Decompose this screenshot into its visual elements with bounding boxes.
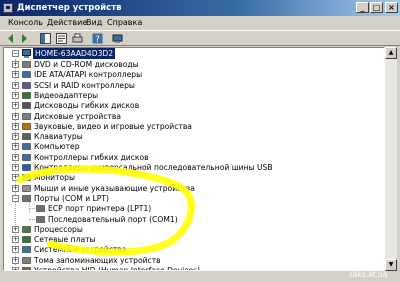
network-card-icon bbox=[22, 236, 31, 243]
expand-icon[interactable]: + bbox=[12, 267, 19, 270]
expand-icon[interactable]: + bbox=[12, 184, 19, 192]
expand-icon[interactable]: + bbox=[12, 225, 19, 233]
menu-help[interactable]: Справка bbox=[105, 16, 144, 30]
expand-icon[interactable]: + bbox=[12, 102, 19, 110]
expand-icon[interactable]: + bbox=[12, 256, 19, 264]
scan-hardware-icon[interactable] bbox=[112, 33, 123, 44]
expand-icon[interactable]: + bbox=[12, 81, 19, 89]
display-adapter-icon bbox=[22, 92, 31, 99]
forward-icon[interactable] bbox=[19, 33, 30, 44]
status-bar bbox=[0, 272, 400, 282]
disk-drive-icon bbox=[22, 112, 31, 120]
help-icon[interactable]: ? bbox=[92, 33, 103, 44]
window-title: Диспетчер устройств bbox=[17, 3, 122, 13]
monitor-icon bbox=[22, 174, 31, 182]
scsi-controller-icon bbox=[22, 81, 31, 89]
floppy-controller-icon bbox=[22, 153, 31, 161]
expand-icon[interactable]: + bbox=[12, 236, 19, 244]
ide-controller-icon bbox=[22, 71, 31, 79]
expand-icon[interactable]: + bbox=[12, 112, 19, 120]
maximize-button[interactable]: □ bbox=[370, 2, 383, 13]
storage-volume-icon bbox=[22, 256, 31, 264]
collapse-icon[interactable]: − bbox=[12, 194, 19, 202]
tree-category-item[interactable]: + Устройства HID (Human Interface Devices… bbox=[4, 265, 384, 271]
hid-icon bbox=[22, 267, 31, 270]
print-icon[interactable] bbox=[72, 33, 83, 44]
expand-icon[interactable]: + bbox=[12, 61, 19, 68]
console-tree-icon[interactable] bbox=[40, 33, 51, 44]
cdrom-icon bbox=[22, 61, 31, 68]
menu-console[interactable]: Консоль bbox=[6, 16, 45, 30]
tree-guide-branch bbox=[29, 208, 35, 210]
expand-icon[interactable]: + bbox=[12, 143, 19, 151]
menu-view[interactable]: Вид bbox=[84, 16, 104, 30]
properties-icon[interactable] bbox=[56, 33, 67, 44]
toolbar: ? bbox=[0, 30, 400, 46]
usb-icon bbox=[22, 164, 31, 171]
expand-icon[interactable]: + bbox=[12, 174, 19, 182]
com-port-icon bbox=[36, 215, 45, 223]
close-button[interactable]: × bbox=[385, 2, 398, 13]
title-bar[interactable]: Диспетчер устройств _ □ × bbox=[0, 0, 400, 16]
vertical-scrollbar[interactable]: ▲ ▼ bbox=[385, 47, 397, 271]
scroll-up-icon[interactable]: ▲ bbox=[385, 47, 397, 59]
expand-icon[interactable]: + bbox=[12, 164, 19, 171]
menu-action[interactable]: Действие bbox=[45, 16, 89, 30]
minimize-button[interactable]: _ bbox=[356, 2, 369, 13]
expand-icon[interactable]: + bbox=[12, 71, 19, 79]
computer-root-icon bbox=[22, 49, 31, 58]
port-icon bbox=[22, 195, 31, 202]
lpt-port-icon bbox=[36, 205, 45, 212]
keyboard-icon bbox=[22, 133, 31, 140]
sound-icon bbox=[22, 122, 31, 130]
floppy-drive-icon bbox=[22, 102, 31, 109]
mouse-icon bbox=[22, 184, 31, 192]
expand-icon[interactable]: + bbox=[12, 91, 19, 99]
svg-text:?: ? bbox=[95, 35, 100, 44]
back-icon[interactable] bbox=[5, 33, 16, 44]
tree-root[interactable]: − HOME-63AAD4D3D2 bbox=[4, 48, 384, 59]
system-device-icon bbox=[22, 246, 31, 254]
tree-guide-branch bbox=[29, 218, 35, 220]
expand-icon[interactable]: + bbox=[12, 133, 19, 141]
root-label: HOME-63AAD4D3D2 bbox=[33, 48, 116, 59]
collapse-root-icon[interactable]: − bbox=[12, 50, 19, 57]
processor-icon bbox=[22, 225, 31, 233]
computer-icon bbox=[22, 143, 31, 151]
watermark-text: saks.at.ua bbox=[349, 270, 388, 279]
device-tree[interactable]: − HOME-63AAD4D3D2 + DVD и CD-ROM дисковод… bbox=[3, 47, 385, 271]
device-manager-window: Диспетчер устройств _ □ × Консоль Действ… bbox=[0, 0, 400, 282]
tree-item-label: Устройства HID (Human Interface Devices) bbox=[34, 266, 201, 271]
menu-bar: Консоль Действие Вид Справка bbox=[0, 16, 400, 30]
expand-icon[interactable]: + bbox=[12, 246, 19, 254]
expand-icon[interactable]: + bbox=[12, 153, 19, 161]
device-manager-icon bbox=[3, 3, 13, 13]
expand-icon[interactable]: + bbox=[12, 122, 19, 130]
